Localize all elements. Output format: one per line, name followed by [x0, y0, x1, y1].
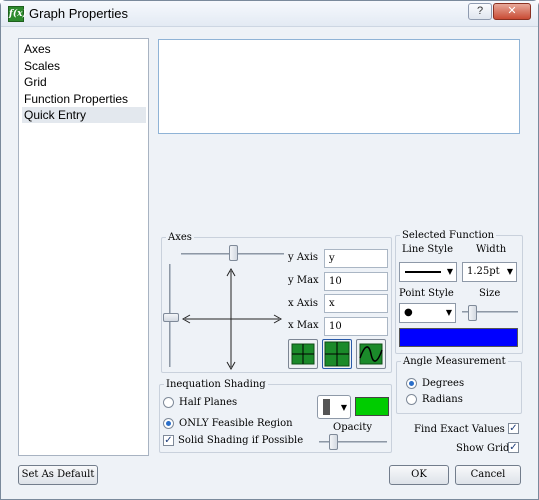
x-axis-position-slider[interactable] — [229, 245, 238, 261]
set-as-default-button[interactable]: Set As Default — [18, 465, 98, 485]
opacity-label: Opacity — [333, 422, 373, 433]
inequation-shading-legend: Inequation Shading — [166, 379, 266, 390]
cancel-button[interactable]: Cancel — [455, 465, 521, 485]
chevron-down-icon: ▼ — [445, 308, 452, 317]
radians-radio[interactable] — [406, 394, 417, 405]
x-max-label: x Max — [288, 320, 319, 331]
function-color-swatch[interactable] — [399, 328, 518, 347]
width-dropdown[interactable]: 1.25pt ▼ — [462, 262, 517, 282]
axes-legend: Axes — [168, 232, 192, 243]
title-bar[interactable]: f(x) Graph Properties ? ✕ — [1, 1, 538, 27]
degrees-radio[interactable] — [406, 378, 417, 389]
nav-item-scales[interactable]: Scales — [22, 58, 146, 74]
shading-pattern-icon — [323, 399, 330, 415]
line-style-label: Line Style — [402, 244, 454, 255]
grid-full-button[interactable] — [322, 339, 352, 369]
ok-button[interactable]: OK — [389, 465, 449, 485]
chevron-down-icon: ▼ — [446, 267, 453, 276]
selected-function-legend: Selected Function — [402, 230, 495, 241]
app-fx-icon: f(x) — [8, 6, 27, 22]
find-exact-label: Find Exact Values — [414, 424, 505, 435]
solid-shading-label: Solid Shading if Possible — [178, 435, 304, 446]
angle-measurement-legend: Angle Measurement — [403, 356, 506, 367]
axes-preview — [181, 267, 283, 371]
radians-label: Radians — [422, 394, 463, 405]
half-planes-radio[interactable] — [163, 397, 174, 408]
point-size-slider[interactable] — [468, 305, 477, 321]
grid-cross-button[interactable] — [288, 339, 318, 369]
y-axis-label: y Axis — [288, 252, 319, 263]
grid-full-icon — [324, 341, 350, 367]
window-title: Graph Properties — [29, 6, 128, 21]
half-planes-label: Half Planes — [179, 397, 238, 408]
quick-entry-textarea[interactable] — [158, 39, 520, 134]
solid-shading-checkbox[interactable]: ✓ — [163, 435, 174, 446]
y-max-label: y Max — [288, 275, 319, 286]
point-style-label: Point Style — [399, 288, 454, 299]
point-style-value: ● — [404, 307, 413, 318]
grid-cross-icon — [291, 343, 315, 365]
opacity-slider[interactable] — [329, 434, 338, 450]
sine-wave-icon — [359, 343, 383, 365]
y-axis-position-slider[interactable] — [163, 313, 179, 322]
y-max-input[interactable]: 10 — [324, 272, 388, 291]
degrees-label: Degrees — [422, 378, 465, 389]
nav-item-axes[interactable]: Axes — [22, 41, 146, 57]
help-button[interactable]: ? — [468, 3, 492, 20]
graph-properties-dialog: f(x) Graph Properties ? ✕ Axes Scales Gr… — [0, 0, 539, 500]
x-axis-input[interactable]: x — [324, 294, 388, 313]
solid-line-icon — [405, 271, 441, 273]
line-style-dropdown[interactable]: ▼ — [399, 262, 457, 282]
nav-item-quick-entry[interactable]: Quick Entry — [22, 107, 146, 123]
shading-pattern-dropdown[interactable]: ▼ — [317, 395, 351, 419]
only-feasible-label: ONLY Feasible Region — [179, 418, 293, 429]
point-style-dropdown[interactable]: ● ▼ — [399, 303, 456, 323]
nav-item-grid[interactable]: Grid — [22, 74, 146, 90]
chevron-down-icon: ▼ — [506, 267, 513, 276]
width-label: Width — [476, 244, 507, 255]
size-label: Size — [479, 288, 501, 299]
find-exact-checkbox[interactable]: ✓ — [508, 423, 519, 434]
x-max-input[interactable]: 10 — [324, 317, 388, 336]
width-value: 1.25pt — [467, 266, 500, 277]
category-list[interactable]: Axes Scales Grid Function Properties Qui… — [18, 38, 149, 456]
x-axis-label: x Axis — [288, 298, 319, 309]
close-button[interactable]: ✕ — [493, 3, 531, 20]
nav-item-function-properties[interactable]: Function Properties — [22, 91, 146, 107]
chevron-down-icon: ▼ — [340, 403, 347, 412]
show-grid-checkbox[interactable]: ✓ — [508, 442, 519, 453]
show-grid-label: Show Grid — [456, 443, 510, 454]
only-feasible-radio[interactable] — [163, 418, 174, 429]
grid-wave-button[interactable] — [356, 339, 386, 369]
y-axis-input[interactable]: y — [324, 249, 388, 268]
shading-color-swatch[interactable] — [355, 397, 389, 416]
